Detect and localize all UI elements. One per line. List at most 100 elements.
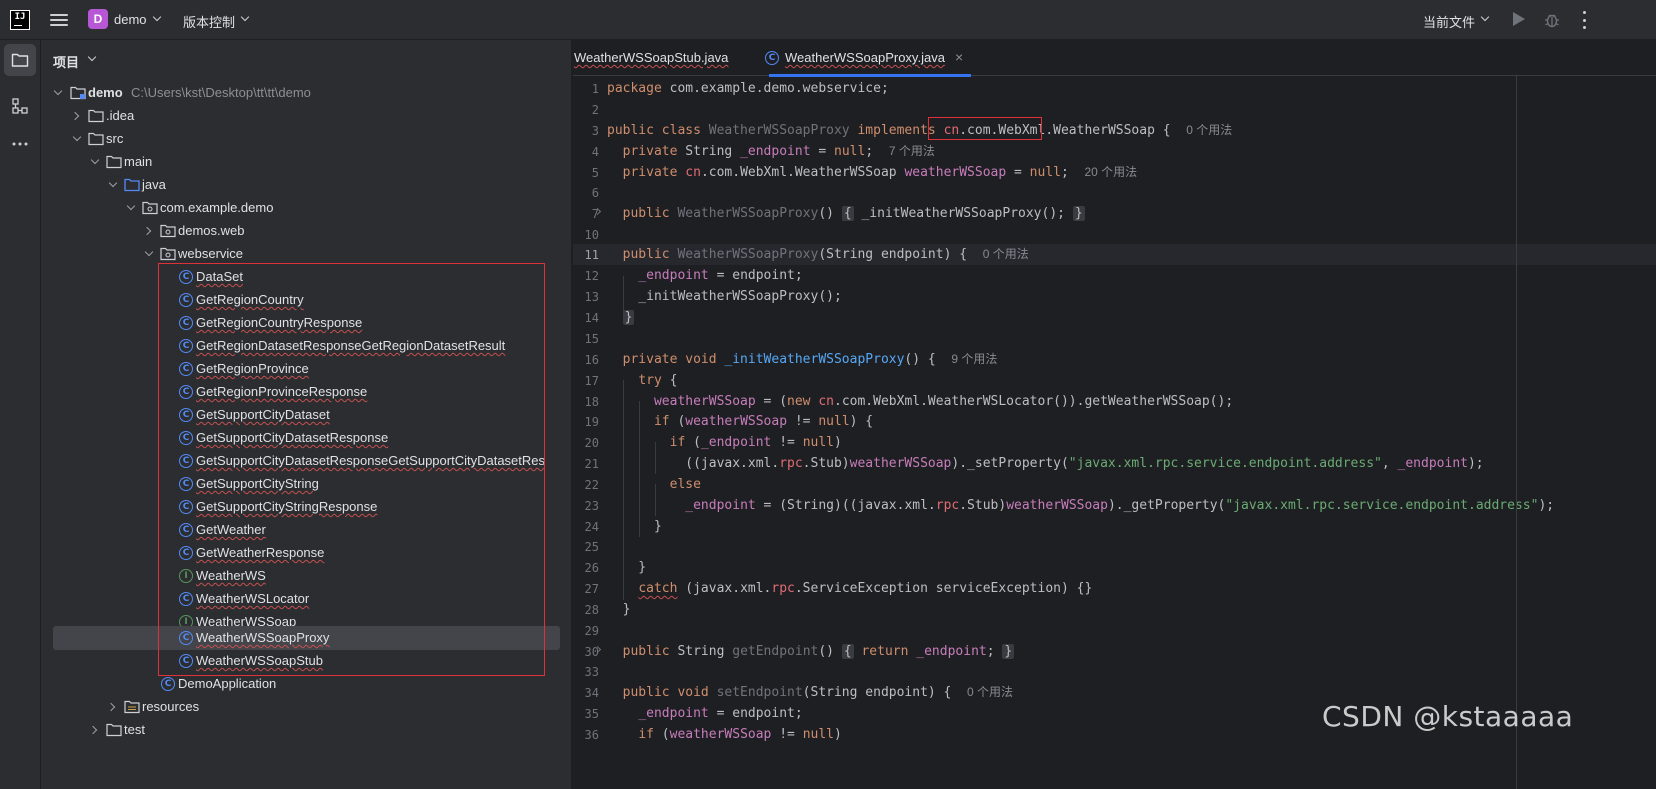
tree-node-class[interactable]: C GetRegionDatasetResponseGetRegionDatas… <box>41 334 571 358</box>
tree-node-demo[interactable]: demo C:\Users\kst\Desktop\tt\tt\demo <box>41 81 571 105</box>
code-line: if (weatherWSSoap != null) { <box>653 414 874 429</box>
line-number: 33 <box>584 665 599 679</box>
expand-arrow-icon[interactable] <box>88 725 98 735</box>
tree-label: GetRegionProvince <box>196 361 309 376</box>
usage-hint[interactable]: 20 个用法 <box>1084 165 1137 179</box>
expand-arrow-icon[interactable] <box>126 201 136 211</box>
expand-arrow-icon[interactable] <box>108 178 118 188</box>
tree-node-class[interactable]: C GetRegionCountry <box>41 288 571 312</box>
expand-arrow-icon[interactable] <box>144 247 154 257</box>
line-number: 4 <box>591 145 599 159</box>
usage-hint[interactable]: 7 个用法 <box>889 144 935 158</box>
debug-icon[interactable] <box>1544 11 1560 28</box>
run-configuration-button[interactable]: 当前文件 <box>1423 12 1475 31</box>
close-icon[interactable]: × <box>955 49 963 65</box>
tree-node-class[interactable]: C GetSupportCityStringResponse <box>41 495 571 519</box>
panel-title[interactable]: 项目 <box>53 52 79 71</box>
package-icon <box>160 223 176 239</box>
tree-label: main <box>124 154 153 169</box>
tree-node-class[interactable]: C WeatherWSLocator <box>41 587 571 611</box>
more-tools-button[interactable] <box>4 128 36 160</box>
class-icon: C <box>178 653 194 669</box>
tree-node-java[interactable]: java <box>41 173 571 197</box>
expand-arrow-icon[interactable] <box>72 132 82 142</box>
tree-node-class[interactable]: C DataSet <box>41 265 571 289</box>
line-number: 10 <box>584 228 599 242</box>
tree-node-class[interactable]: C GetSupportCityDatasetResponse <box>41 426 571 450</box>
tree-node-package[interactable]: com.example.demo <box>41 196 571 220</box>
tree-node-class[interactable]: C GetRegionCountryResponse <box>41 311 571 335</box>
code-line: } <box>607 519 662 534</box>
tree-node-class[interactable]: C GetWeather <box>41 518 571 542</box>
tree-node-class[interactable]: C GetWeatherResponse <box>41 541 571 565</box>
expand-arrow-icon[interactable] <box>106 702 116 712</box>
usage-hint[interactable]: 9 个用法 <box>951 352 997 366</box>
project-tool-window: 项目 demo C:\Users\kst\Desktop\tt\tt\demo … <box>41 40 572 789</box>
tree-node-demo-application[interactable]: C DemoApplication <box>41 672 571 696</box>
project-tool-button[interactable] <box>4 44 36 76</box>
tree-node-class[interactable]: C GetRegionProvinceResponse <box>41 380 571 404</box>
line-number: 25 <box>584 540 599 554</box>
tree-node-class[interactable]: C GetSupportCityString <box>41 472 571 496</box>
line-number: 35 <box>584 707 599 721</box>
tree-node-class[interactable]: C GetRegionProvince <box>41 357 571 381</box>
tab-weatherwssoapproxy[interactable]: C WeatherWSSoapProxy.java × <box>765 40 971 77</box>
chevron-down-icon[interactable] <box>1480 12 1490 22</box>
tree-node-class[interactable]: C WeatherWSSoapStub <box>41 649 571 673</box>
project-name-button[interactable]: demo <box>114 12 147 27</box>
chevron-down-icon[interactable] <box>87 52 97 62</box>
interface-icon: I <box>178 568 194 584</box>
tree-label: WeatherWSLocator <box>196 591 310 606</box>
more-actions-icon[interactable] <box>1582 11 1586 29</box>
usage-hint[interactable]: 0 个用法 <box>1186 123 1232 137</box>
tree-node-resources[interactable]: resources <box>41 695 571 719</box>
tree-node-src[interactable]: src <box>41 127 571 151</box>
code-editor[interactable]: C WeatherWSSoapStub.java C WeatherWSSoap… <box>573 40 1656 789</box>
tree-node-test[interactable]: test <box>41 718 571 742</box>
tree-node-webservice[interactable]: webservice <box>41 242 571 266</box>
usage-hint[interactable]: 0 个用法 <box>967 685 1013 699</box>
tree-node-class-selected[interactable]: C WeatherWSSoapProxy <box>41 626 571 650</box>
tree-node-class[interactable]: C GetSupportCityDatasetResponseGetSuppor… <box>41 449 571 473</box>
line-number: 14 <box>584 311 599 325</box>
main-menu-icon[interactable] <box>50 12 68 28</box>
source-folder-icon <box>124 177 140 193</box>
expand-arrow-icon[interactable] <box>90 155 100 165</box>
spring-app-class-icon: C <box>160 676 176 692</box>
code-line: public class WeatherWSSoapProxy implemen… <box>607 123 1233 138</box>
tree-node-idea[interactable]: .idea <box>41 104 571 128</box>
chevron-down-icon[interactable] <box>152 12 162 22</box>
expand-arrow-icon[interactable] <box>53 86 63 96</box>
tree-label: resources <box>142 699 200 714</box>
tree-node-interface[interactable]: I WeatherWS <box>41 564 571 588</box>
expand-arrow-icon[interactable] <box>70 111 80 121</box>
tree-node-class[interactable]: C GetSupportCityDataset <box>41 403 571 427</box>
line-number: 3 <box>591 124 599 138</box>
usage-hint[interactable]: 0 个用法 <box>983 247 1029 261</box>
expand-arrow-icon[interactable] <box>142 226 152 236</box>
vcs-menu-button[interactable]: 版本控制 <box>183 12 235 31</box>
tree-node-main[interactable]: main <box>41 150 571 174</box>
code-line: } <box>607 560 647 575</box>
tree-node-demos-web[interactable]: demos.web <box>41 219 571 243</box>
tree-label: WeatherWS <box>196 568 266 583</box>
tab-weatherwssoapstub[interactable]: C WeatherWSSoapStub.java <box>573 40 767 76</box>
tree-label: DemoApplication <box>178 676 277 691</box>
project-badge[interactable]: D <box>88 9 108 29</box>
code-line: else <box>669 477 701 492</box>
tree-label: java <box>142 177 166 192</box>
chevron-down-icon[interactable] <box>240 12 250 22</box>
line-number: 2 <box>591 103 599 117</box>
run-icon[interactable] <box>1513 12 1525 26</box>
module-path: C:\Users\kst\Desktop\tt\tt\demo <box>131 85 311 100</box>
class-icon: C <box>178 361 194 377</box>
code-line: if (weatherWSSoap != null) <box>638 727 842 742</box>
line-number: 19 <box>584 415 599 429</box>
package-icon <box>142 200 158 216</box>
line-number: 28 <box>584 603 599 617</box>
tree-label: GetSupportCityDataset <box>196 407 330 422</box>
structure-tool-button[interactable] <box>4 90 36 122</box>
line-number: 22 <box>584 478 599 492</box>
code-line: weatherWSSoap = (new cn.com.WebXml.Weath… <box>653 394 1234 409</box>
line-number: 17 <box>584 374 599 388</box>
